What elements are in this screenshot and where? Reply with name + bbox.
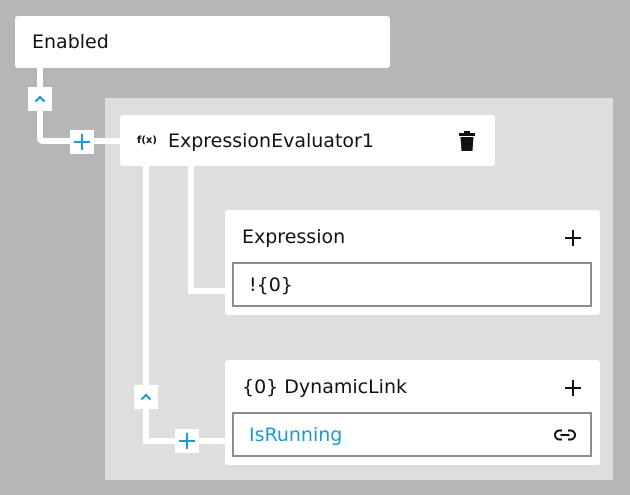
dynamic-link-field[interactable]: IsRunning	[232, 412, 592, 457]
delete-evaluator-button[interactable]	[455, 128, 479, 154]
function-icon: f(x)	[137, 135, 157, 146]
add-child-evaluator-button[interactable]	[175, 429, 199, 453]
connector-expression-horizontal	[188, 288, 228, 294]
chevron-up-icon	[140, 393, 152, 401]
add-child-root-button[interactable]	[70, 130, 94, 154]
expression-card: Expression !{0}	[225, 210, 600, 315]
chevron-up-icon	[34, 95, 46, 103]
plus-icon	[565, 380, 581, 396]
plus-icon	[565, 230, 581, 246]
expression-label: Expression	[242, 226, 346, 248]
root-node-label: Enabled	[32, 31, 109, 53]
dynamic-link-label: {0} DynamicLink	[242, 376, 408, 398]
link-button[interactable]	[552, 424, 578, 446]
link-icon	[554, 429, 576, 441]
collapse-root-button[interactable]	[28, 87, 52, 111]
trash-icon	[459, 131, 475, 151]
expression-field[interactable]: !{0}	[232, 262, 592, 307]
root-node[interactable]: Enabled	[15, 16, 390, 68]
dynamic-link-value: IsRunning	[249, 423, 343, 446]
add-expression-button[interactable]	[561, 226, 585, 250]
collapse-evaluator-button[interactable]	[134, 385, 158, 409]
evaluator-node[interactable]: f(x) ExpressionEvaluator1	[120, 115, 495, 166]
evaluator-node-label: ExpressionEvaluator1	[167, 129, 374, 152]
connector-expression-vertical	[188, 165, 194, 290]
plus-icon	[179, 433, 195, 449]
add-dynamic-link-button[interactable]	[561, 376, 585, 400]
dynamic-link-card: {0} DynamicLink IsRunning	[225, 360, 600, 465]
plus-icon	[74, 134, 90, 150]
expression-value: !{0}	[249, 273, 293, 296]
